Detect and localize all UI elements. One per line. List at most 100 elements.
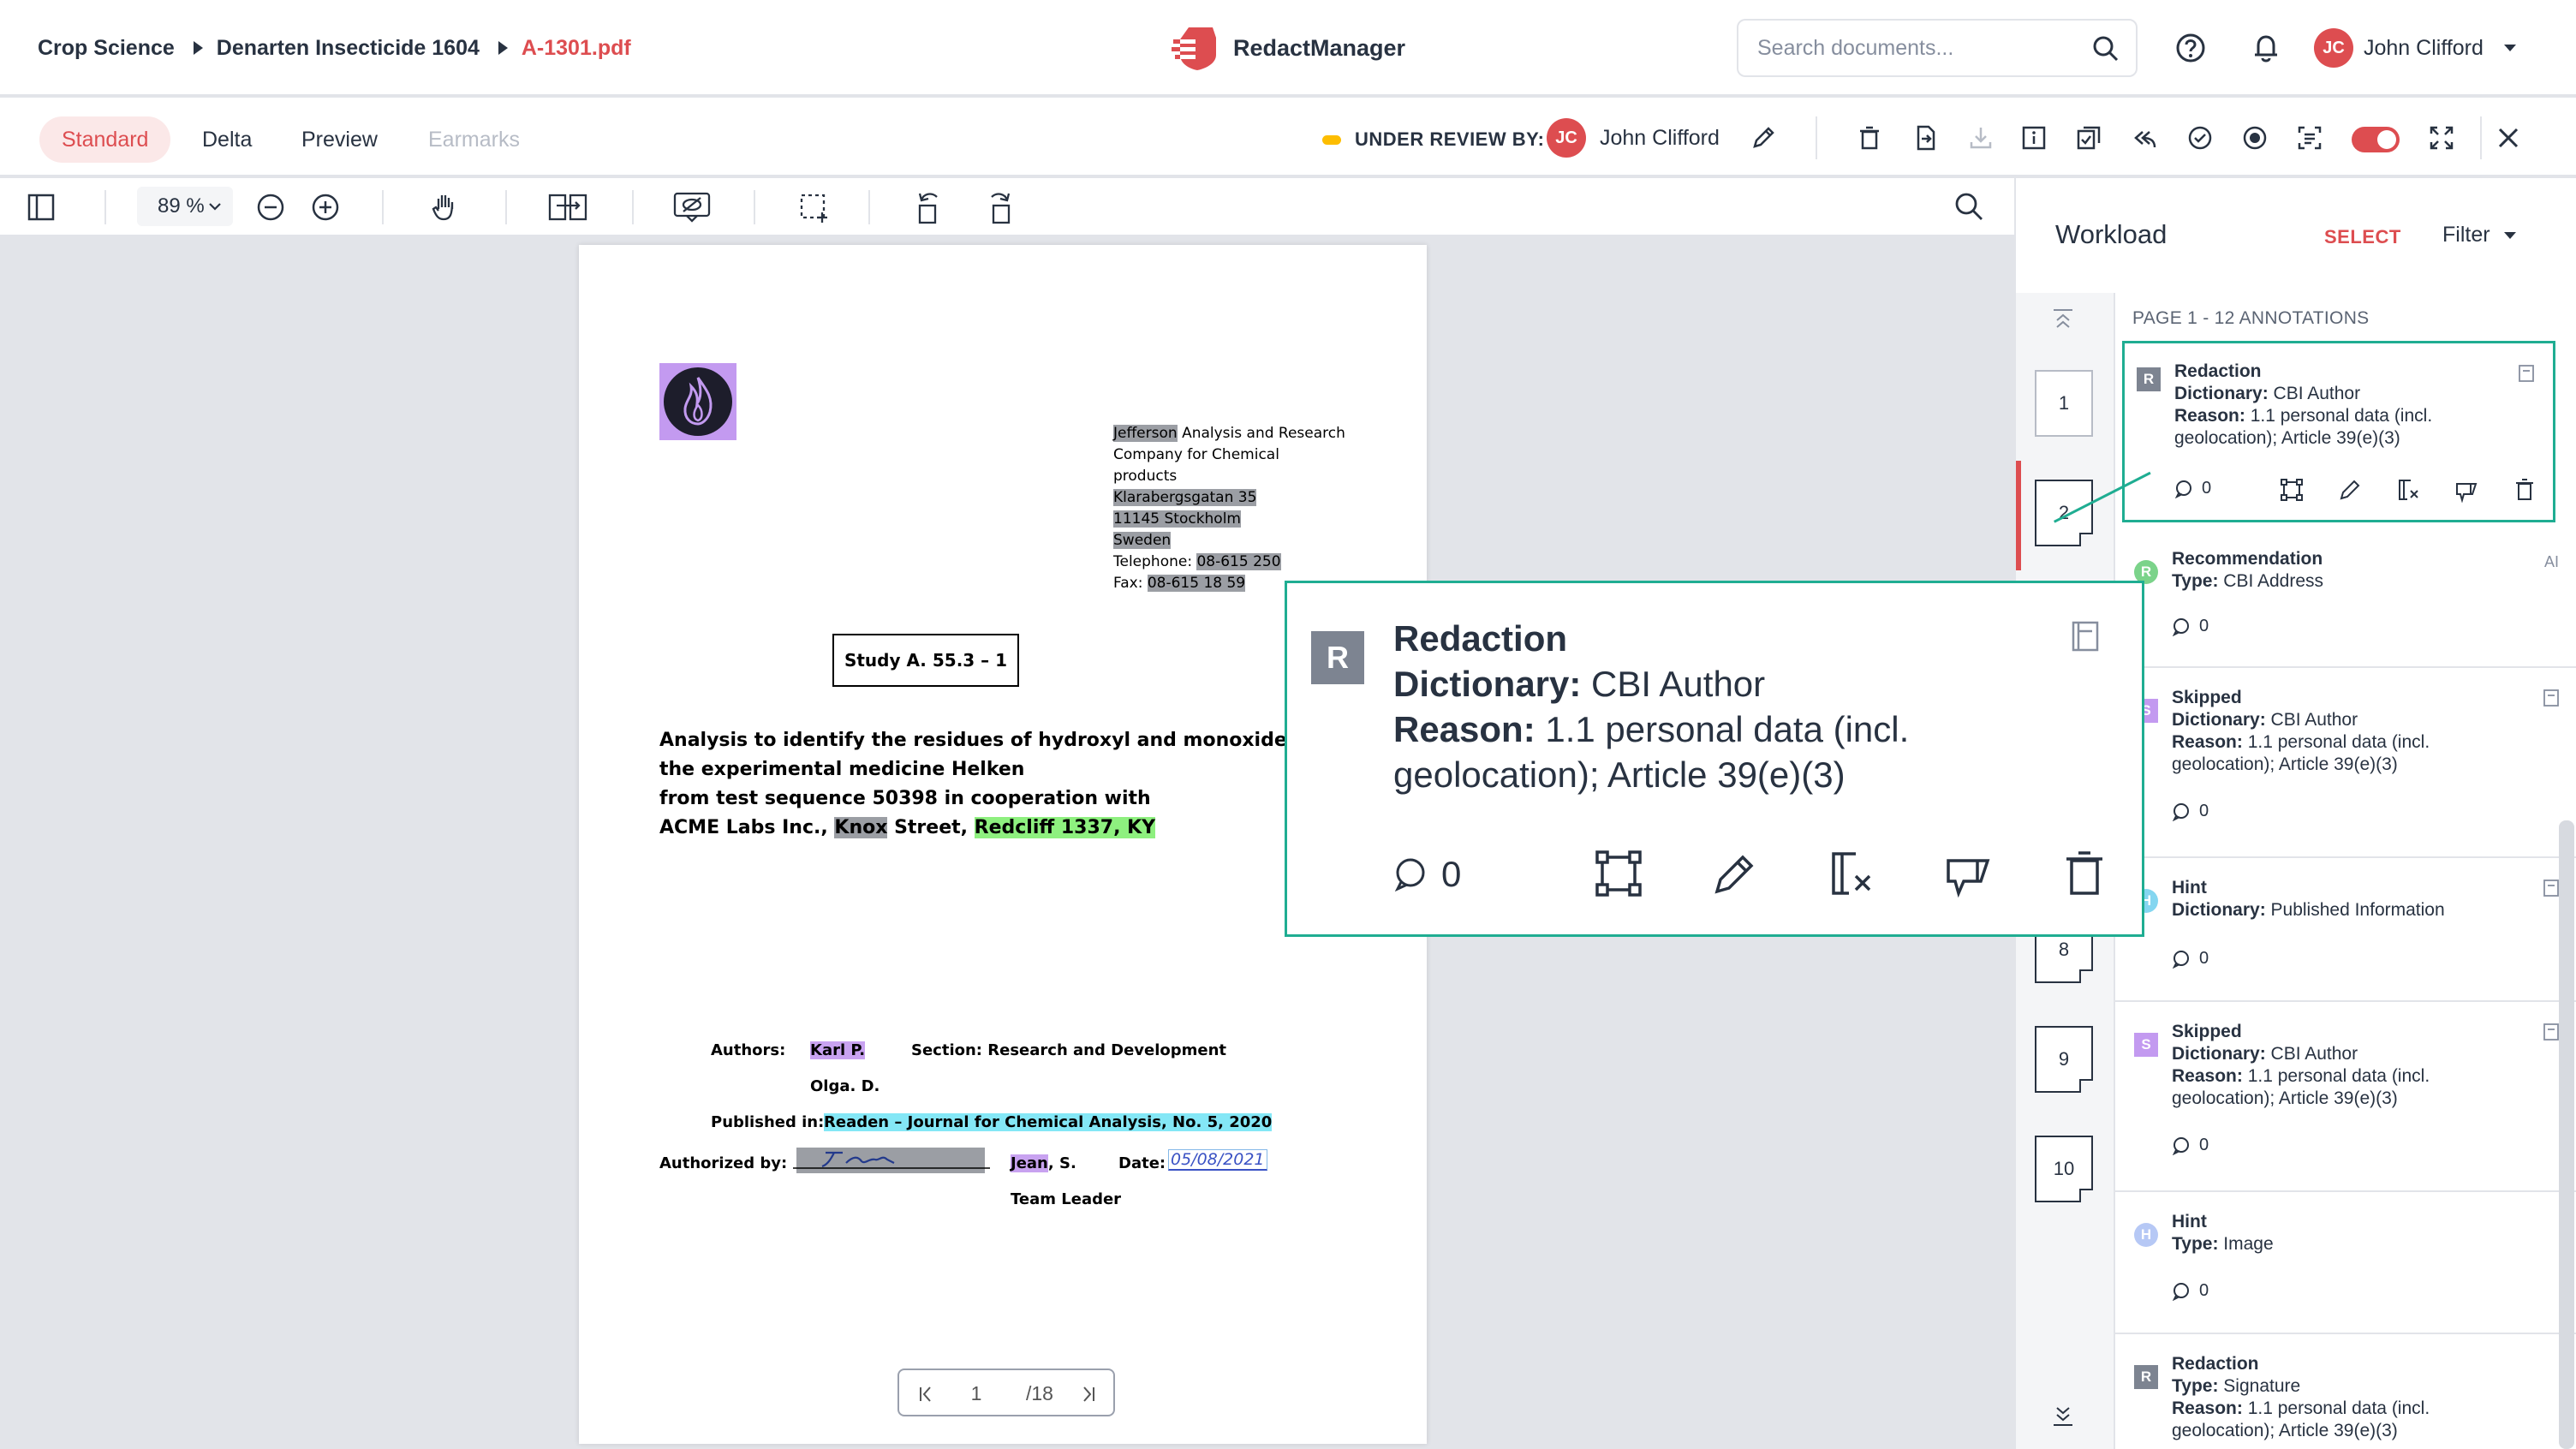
annotation-item[interactable]: S Skipped Dictionary: CBI Author Reason:… [2115,670,2576,858]
annotation-item[interactable]: R Recommendation Type: CBI Address AI 0 [2115,531,2576,668]
compare-icon[interactable] [2074,123,2103,152]
search-document-icon[interactable] [1953,190,1985,223]
zoom-select[interactable]: 89 % [137,187,233,226]
toggle-knob [2377,130,2396,149]
annotation-details: Recommendation Type: CBI Address [2172,549,2324,591]
resize-icon[interactable] [1594,849,1643,898]
remove-from-dictionary-icon[interactable] [1827,849,1876,898]
comment-count[interactable]: 0 [2174,479,2211,498]
file-export-icon[interactable] [1911,123,1941,152]
annotation-item[interactable]: R Redaction Dictionary: CBI Author Reaso… [2122,341,2555,522]
page-ref-icon [2519,365,2534,382]
breadcrumb-item-dossier[interactable]: Denarten Insecticide 1604 [217,36,480,61]
reject-icon[interactable] [1943,849,1993,898]
compare-pages-icon[interactable] [548,190,587,224]
skipped-highlight[interactable]: Jean [1011,1154,1048,1172]
handwritten-date[interactable]: 05/08/2021 [1168,1149,1267,1171]
breadcrumb-separator-icon [193,41,203,55]
trash-icon[interactable] [1855,123,1884,152]
last-page-icon[interactable] [1077,1384,1098,1404]
redaction-preview-toggle[interactable] [2352,127,2400,152]
tab-preview[interactable]: Preview [279,116,400,163]
page-number-input[interactable] [951,1379,1002,1408]
scrollbar[interactable] [2559,820,2574,1449]
comment-count[interactable]: 0 [2172,617,2209,636]
ocr-scan-icon[interactable] [2295,123,2324,152]
filter-dropdown[interactable]: Filter [2442,223,2516,247]
redaction-highlight[interactable]: Knox [834,817,888,838]
tab-standard[interactable]: Standard [39,116,171,163]
first-page-icon[interactable] [916,1384,937,1404]
rotate-left-icon[interactable] [911,188,945,226]
avatar: JC [2314,28,2353,68]
rectangle-select-icon[interactable] [798,192,831,224]
section-label: Section: Research and Development [911,1041,1227,1059]
edit-icon[interactable] [2337,477,2363,503]
redaction-highlight[interactable]: 08-615 250 [1196,553,1281,570]
resize-icon[interactable] [2279,477,2305,503]
skipped-highlight[interactable]: Karl P. [810,1041,866,1059]
rotate-right-icon[interactable] [983,188,1017,226]
hint-highlight[interactable]: Readen – Journal for Chemical Analysis, … [824,1113,1273,1131]
hide-annotations-icon[interactable] [673,190,711,224]
breadcrumb-item-file[interactable]: A-1301.pdf [522,36,631,61]
reviewer[interactable]: JC John Clifford [1547,118,1778,158]
redact-logo-icon [1172,27,1216,70]
breadcrumb-separator-icon [498,41,508,55]
company-logo[interactable] [659,363,736,440]
user-menu[interactable]: JC John Clifford [2314,27,2516,69]
tab-delta[interactable]: Delta [180,116,274,163]
zoom-out-icon[interactable] [255,192,286,223]
annotation-details: Skipped Dictionary: CBI Author Reason: 1… [2172,688,2430,774]
info-icon[interactable] [2019,123,2048,152]
comment-count[interactable]: 0 [2172,1136,2209,1155]
fullscreen-icon[interactable] [2427,123,2456,152]
page-thumbnail[interactable]: 9 [2035,1026,2093,1093]
delete-icon[interactable] [2060,849,2109,898]
comment-count[interactable]: 0 [2172,802,2209,821]
scroll-to-bottom-icon[interactable] [2050,1403,2076,1428]
annotation-item[interactable]: H Hint Type: Image 0 [2115,1194,2576,1334]
help-icon[interactable] [2174,31,2208,65]
recommendation-highlight[interactable]: Redcliff 1337, KY [974,817,1156,838]
signature-image[interactable] [793,1144,990,1175]
annotation-item[interactable]: H Hint Dictionary: Published Information… [2115,860,2576,1002]
brand-logo[interactable]: RedactManager [1172,22,1405,74]
close-icon[interactable] [2494,123,2523,152]
pan-hand-icon[interactable] [428,190,462,224]
annotation-item[interactable]: S Skipped Dictionary: CBI Author Reason:… [2115,1004,2576,1192]
delete-icon[interactable] [2512,477,2537,503]
remove-from-dictionary-icon[interactable] [2395,477,2421,503]
reject-icon[interactable] [2454,477,2479,503]
redaction-highlight[interactable]: Klarabergsgatan 35 [1113,489,1257,506]
redaction-highlight[interactable]: 08-615 18 59 [1147,575,1246,592]
document-heading: Analysis to identify the residues of hyd… [659,730,1314,838]
bell-icon[interactable] [2249,31,2283,65]
page-thumbnail[interactable]: 2 [2035,480,2093,546]
breadcrumb: Crop Science Denarten Insecticide 1604 A… [38,0,631,96]
divider [104,190,106,224]
edit-icon[interactable] [1710,849,1760,898]
approve-icon[interactable] [2185,123,2215,152]
record-icon[interactable] [2240,123,2269,152]
comment-count[interactable]: 0 [1393,854,1461,895]
breadcrumb-item-project[interactable]: Crop Science [38,36,175,61]
zoom-in-icon[interactable] [310,192,341,223]
edit-reviewer-icon[interactable] [1749,123,1778,152]
annotation-item[interactable]: R Redaction Type: Signature Reason: 1.1 … [2115,1336,2576,1449]
page-thumbnail[interactable]: 10 [2035,1136,2093,1202]
search-icon[interactable] [2091,34,2120,63]
comment-count[interactable]: 0 [2172,1281,2209,1301]
comment-count[interactable]: 0 [2172,949,2209,969]
redaction-highlight[interactable]: Jefferson [1113,425,1178,442]
current-page-marker [2016,461,2021,570]
scroll-to-top-icon[interactable] [2050,307,2076,332]
undo-all-icon[interactable] [2131,123,2160,152]
redaction-highlight[interactable]: 11145 Stockholm [1113,510,1241,528]
search-input[interactable] [1757,21,2091,75]
toggle-sidebar-icon[interactable] [26,192,57,223]
reviewer-name: John Clifford [1600,125,1720,150]
page-thumbnail[interactable]: 1 [2035,370,2093,437]
select-button[interactable]: SELECT [2324,226,2401,248]
redaction-highlight[interactable]: Sweden [1113,532,1172,549]
